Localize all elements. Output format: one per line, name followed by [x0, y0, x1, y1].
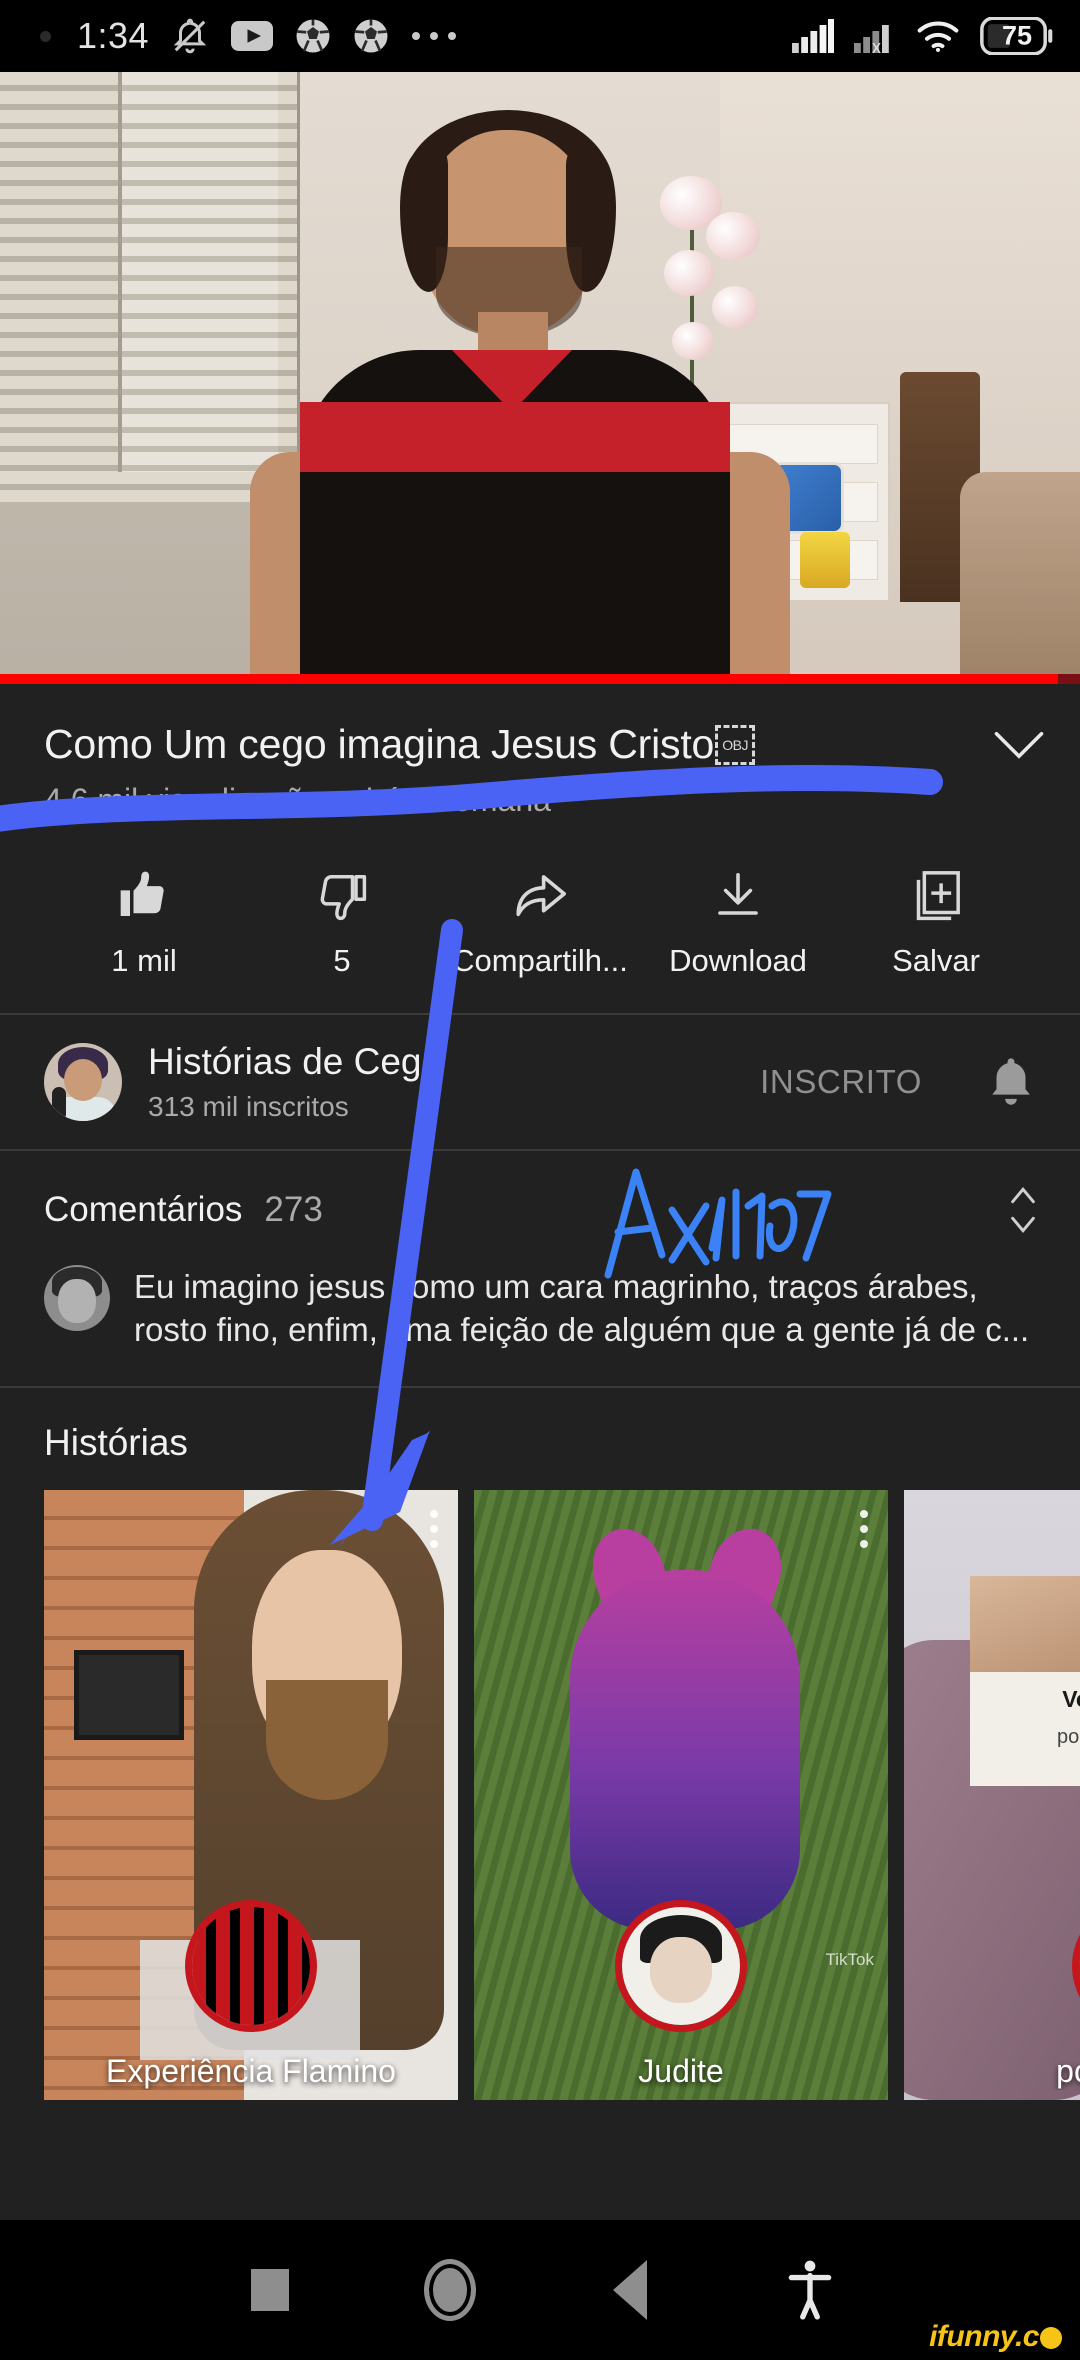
short-label: pobre [1056, 2053, 1080, 2089]
top-comment[interactable]: Eu imagino jesus como um cara magrinho, … [44, 1264, 1040, 1352]
svg-text:x: x [872, 37, 881, 53]
status-bar-left: 1:34 [40, 15, 792, 57]
channel-info: Histórias de Cego 313 mil inscritos [148, 1041, 734, 1123]
tiktok-watermark: TikTok [825, 1950, 875, 1969]
ifunny-watermark: ifunny.c [929, 2320, 1062, 2354]
comments-label: Comentários [44, 1189, 243, 1229]
notification-bell-icon[interactable] [982, 1053, 1040, 1111]
signal-no-sim-icon: x [854, 19, 896, 53]
channel-subscribers: 313 mil inscritos [148, 1090, 349, 1122]
video-title: Como Um cego imagina Jesus Cristo OBJ [44, 721, 972, 768]
short-label: Experiência Flamino [106, 2053, 396, 2089]
save-button[interactable]: Salvar [846, 863, 1026, 979]
smiley-icon [1040, 2327, 1062, 2349]
short-label: Judite [638, 2053, 724, 2089]
comment-avatar [44, 1264, 110, 1331]
recents-square-icon[interactable] [230, 2250, 310, 2330]
short-overlay-line2: pobre na [1057, 1726, 1080, 1748]
thumbs-up-icon [116, 863, 172, 927]
status-bar-clock: 1:34 [77, 15, 150, 56]
short-card[interactable]: Experiência Flamino [44, 1490, 458, 2100]
comments-count: 273 [264, 1189, 323, 1229]
android-nav-bar [0, 2220, 1080, 2360]
bell-off-icon [171, 17, 209, 55]
like-button[interactable]: 1 mil [54, 863, 234, 979]
video-player[interactable] [0, 72, 1080, 684]
subscribe-button[interactable]: INSCRITO [760, 1063, 922, 1101]
share-label: Compartilh... [452, 942, 628, 978]
battery-level-text: 75 [1002, 20, 1033, 51]
video-actions-row: 1 mil 5 Compartilh... Download Salvar [0, 819, 1080, 1013]
thumbs-down-icon [314, 863, 370, 927]
short-card[interactable]: Você n pobre na pobre [904, 1490, 1080, 2100]
comment-text: Eu imagino jesus como um cara magrinho, … [134, 1267, 1030, 1349]
video-frame-image [0, 72, 1080, 684]
video-details-panel: Como Um cego imagina Jesus Cristo OBJ 4,6… [0, 684, 1080, 2220]
dislike-button[interactable]: 5 [252, 863, 432, 979]
short-card[interactable]: TikTok Judite [474, 1490, 888, 2100]
channel-avatar[interactable] [44, 1042, 122, 1121]
soccer-ball-icon [295, 18, 331, 54]
more-vertical-icon[interactable] [860, 1510, 868, 1548]
status-bar-right: x 75 [792, 17, 1054, 55]
download-label: Download [669, 942, 807, 978]
video-title-row[interactable]: Como Um cego imagina Jesus Cristo OBJ [0, 684, 1080, 768]
accessibility-icon[interactable] [770, 2250, 850, 2330]
shorts-section-title: Histórias [44, 1422, 188, 1463]
chevron-down-icon[interactable] [992, 728, 1046, 762]
shorts-carousel[interactable]: Experiência Flamino TikTok Judite Você n… [0, 1490, 1080, 2100]
watermark-text: ifunny.c [929, 2320, 1039, 2353]
comments-header: Comentários 273 [44, 1181, 1040, 1239]
youtube-icon [231, 20, 274, 52]
signal-full-icon [792, 19, 834, 53]
soccer-ball-icon [353, 18, 389, 54]
more-vertical-icon[interactable] [430, 1510, 438, 1548]
wifi-icon [916, 19, 960, 53]
status-bar: 1:34 x 75 [0, 0, 1080, 72]
phone-screen: 1:34 x 75 Como Um cego imagina Jesus Cri… [0, 0, 1080, 2360]
back-triangle-icon[interactable] [590, 2250, 670, 2330]
share-button[interactable]: Compartilh... [450, 863, 630, 979]
short-overlay-line1: Você n [1062, 1686, 1080, 1712]
more-dots-icon [411, 29, 457, 43]
like-count: 1 mil [111, 942, 177, 978]
battery-icon: 75 [980, 17, 1054, 55]
save-label: Salvar [892, 942, 980, 978]
video-title-text: Como Um cego imagina Jesus Cristo [44, 721, 715, 767]
short-channel-badge [615, 1900, 747, 2032]
obj-placeholder-glyph: OBJ [715, 724, 756, 765]
download-button[interactable]: Download [648, 863, 828, 979]
short-channel-badge [185, 1900, 317, 2032]
video-meta[interactable]: 4,6 mil visualizações · há 1 semana [0, 768, 1080, 819]
share-arrow-icon [511, 863, 569, 927]
download-icon [711, 863, 765, 927]
sort-updown-icon[interactable] [1006, 1181, 1040, 1239]
save-playlist-icon [908, 863, 964, 927]
camera-punchhole [40, 30, 51, 42]
comments-section[interactable]: Comentários 273 Eu imagino jesus como um… [0, 1151, 1080, 1386]
dislike-count: 5 [333, 942, 351, 978]
channel-row[interactable]: Histórias de Cego 313 mil inscritos INSC… [0, 1015, 1080, 1149]
video-progress-bar[interactable] [0, 674, 1080, 684]
channel-name: Histórias de Cego [148, 1040, 443, 1082]
home-circle-icon[interactable] [410, 2250, 490, 2330]
